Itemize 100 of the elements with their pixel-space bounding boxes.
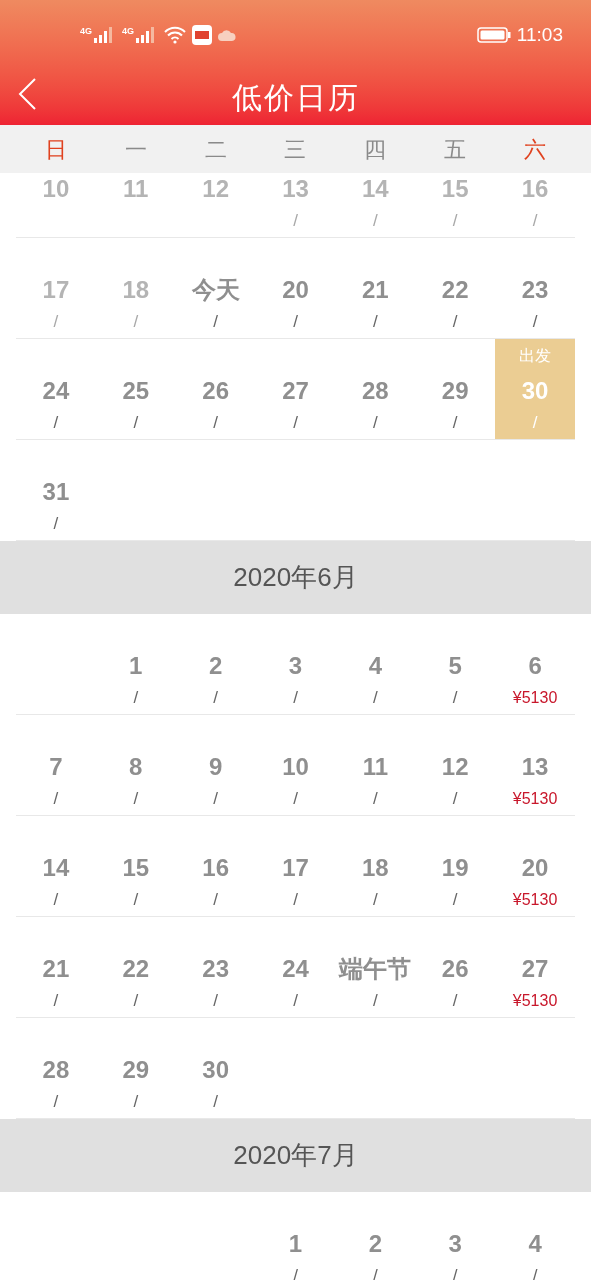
no-fare-mark: / xyxy=(213,1091,218,1113)
day-number: 20 xyxy=(521,853,549,883)
day-number: 30 xyxy=(202,1055,229,1085)
day-number: 23 xyxy=(521,275,549,305)
day-number: 10 xyxy=(42,174,70,204)
no-fare-mark: / xyxy=(373,889,378,911)
no-fare-mark: / xyxy=(213,311,218,333)
day-number: 3 xyxy=(448,1229,462,1259)
fare-price: ¥5130 xyxy=(512,789,558,809)
selected-date[interactable]: 出发 30 / xyxy=(495,339,575,439)
no-fare-mark: / xyxy=(53,412,59,434)
fare-price: ¥5130 xyxy=(512,890,558,910)
back-icon xyxy=(17,77,37,111)
no-fare-mark: / xyxy=(293,990,298,1012)
day-number: 28 xyxy=(362,376,389,406)
battery-icon xyxy=(476,27,511,43)
day-number: 21 xyxy=(362,275,389,305)
no-fare-mark: / xyxy=(133,311,139,333)
app-icon xyxy=(192,25,213,45)
page-title: 低价日历 xyxy=(231,80,360,116)
weekday-label: 二 xyxy=(203,135,228,164)
departure-tag: 出发 xyxy=(519,345,552,375)
no-fare-mark: / xyxy=(452,788,458,810)
day-number: 26 xyxy=(441,954,469,984)
day-number: 10 xyxy=(282,752,309,782)
no-fare-mark: / xyxy=(293,687,298,709)
day-number: 12 xyxy=(202,174,229,204)
no-fare-mark: / xyxy=(53,788,59,810)
no-fare-mark: / xyxy=(53,889,59,911)
day-number: 12 xyxy=(441,752,469,782)
no-fare-mark: / xyxy=(452,889,458,911)
no-fare-mark: / xyxy=(373,990,378,1012)
no-fare-mark: / xyxy=(133,1091,139,1113)
day-number: 1 xyxy=(129,651,143,681)
day-number: 4 xyxy=(528,1229,542,1259)
no-fare-mark: / xyxy=(532,311,538,333)
day-number: 14 xyxy=(42,853,70,883)
no-fare-mark: / xyxy=(53,311,59,333)
no-fare-mark: / xyxy=(133,788,139,810)
day-number: 27 xyxy=(282,376,309,406)
no-fare-mark: / xyxy=(213,687,218,709)
weekday-label: 日 xyxy=(43,135,68,164)
no-fare-mark: / xyxy=(373,311,378,333)
no-fare-mark: / xyxy=(53,513,59,535)
no-fare-mark: / xyxy=(53,990,59,1012)
day-number: 29 xyxy=(441,376,469,406)
day-number: 16 xyxy=(202,853,229,883)
day-number: 29 xyxy=(122,1055,150,1085)
no-fare-mark: / xyxy=(373,687,378,709)
no-fare-mark: / xyxy=(293,210,298,232)
day-number: 15 xyxy=(122,853,150,883)
day-number: 17 xyxy=(282,853,309,883)
fare-price: ¥5130 xyxy=(512,688,558,708)
day-number: 今天 xyxy=(191,275,240,305)
cloud-icon xyxy=(218,29,237,41)
day-number: 11 xyxy=(123,174,149,204)
day-number: 17 xyxy=(42,275,70,305)
no-fare-mark: / xyxy=(452,990,458,1012)
day-number: 23 xyxy=(202,954,229,984)
day-number: 6 xyxy=(528,651,542,681)
weekday-label: 五 xyxy=(443,135,468,164)
day-number: 24 xyxy=(42,376,70,406)
no-fare-mark: / xyxy=(133,412,139,434)
no-fare-mark: / xyxy=(213,990,218,1012)
day-number: 22 xyxy=(441,275,469,305)
day-number: 27 xyxy=(521,954,549,984)
no-fare-mark: / xyxy=(213,412,218,434)
no-fare-mark: / xyxy=(452,210,458,232)
no-fare-mark: / xyxy=(213,788,218,810)
day-number: 7 xyxy=(49,752,63,782)
wifi-icon xyxy=(164,26,187,44)
fare-price: ¥5130 xyxy=(512,991,558,1011)
status-time: 11:03 xyxy=(516,22,563,47)
no-fare-mark: / xyxy=(532,210,538,232)
day-number: 30 xyxy=(521,376,549,406)
day-number: 4 xyxy=(368,651,383,681)
month-title: 2020年7月 xyxy=(233,1139,358,1172)
day-number: 24 xyxy=(282,954,309,984)
day-number: 18 xyxy=(122,275,150,305)
day-number: 11 xyxy=(362,752,389,782)
day-number: 2 xyxy=(368,1229,383,1259)
day-number: 13 xyxy=(282,174,309,204)
no-fare-mark: / xyxy=(532,412,538,434)
day-number: 16 xyxy=(521,174,549,204)
month-title: 2020年6月 xyxy=(233,561,358,594)
day-number: 21 xyxy=(42,954,70,984)
day-number: 22 xyxy=(122,954,150,984)
day-number: 26 xyxy=(202,376,229,406)
day-number: 13 xyxy=(521,752,549,782)
no-fare-mark: / xyxy=(373,210,378,232)
day-number: 1 xyxy=(288,1229,303,1259)
day-number: 5 xyxy=(448,651,462,681)
no-fare-mark: / xyxy=(293,889,298,911)
no-fare-mark: / xyxy=(133,889,139,911)
no-fare-mark: / xyxy=(133,990,139,1012)
day-number: 31 xyxy=(42,477,70,507)
no-fare-mark: / xyxy=(293,412,298,434)
weekday-label: 六 xyxy=(523,135,548,164)
no-fare-mark: / xyxy=(373,788,378,810)
day-number: 3 xyxy=(288,651,303,681)
